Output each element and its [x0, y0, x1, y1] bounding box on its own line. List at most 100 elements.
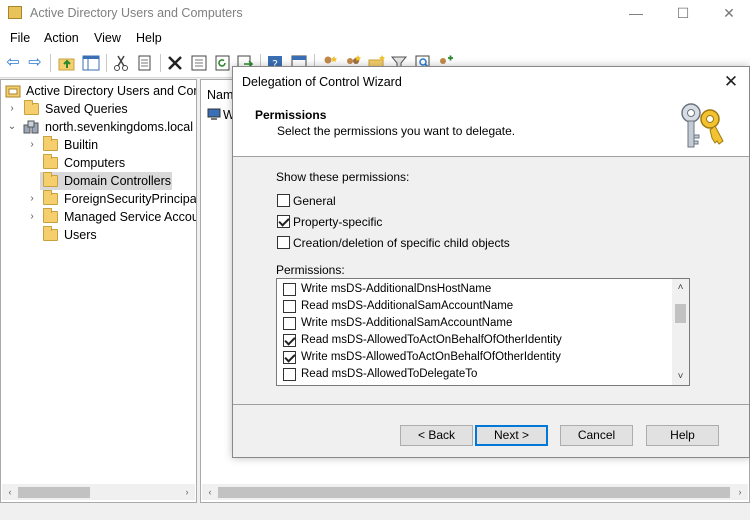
permission-checkbox[interactable]: [283, 283, 296, 296]
general-checkbox-label[interactable]: General: [293, 194, 336, 208]
child-objects-checkbox[interactable]: [277, 236, 290, 249]
scrollbar-thumb[interactable]: [218, 487, 730, 498]
computer-icon: [207, 108, 221, 122]
tree-item-foreign-security-principals[interactable]: › ForeignSecurityPrincipals: [1, 190, 197, 208]
menu-action[interactable]: Action: [44, 31, 79, 45]
scrollbar-thumb[interactable]: [18, 487, 90, 498]
cut-icon[interactable]: [112, 54, 130, 72]
delete-icon[interactable]: [166, 54, 184, 72]
snap-in-icon: [5, 85, 21, 98]
help-button[interactable]: Help: [646, 425, 719, 446]
next-button[interactable]: Next >: [475, 425, 548, 446]
minimize-button[interactable]: —: [616, 2, 656, 24]
permission-label: Write msDS-AdditionalSamAccountName: [301, 317, 513, 329]
folder-icon: [24, 100, 39, 115]
permission-checkbox[interactable]: [283, 351, 296, 364]
tree-item-domain[interactable]: ⌄ north.sevenkingdoms.local: [1, 118, 196, 136]
menu-help[interactable]: Help: [136, 31, 162, 45]
back-button[interactable]: < Back: [400, 425, 473, 446]
permission-checkbox[interactable]: [283, 368, 296, 381]
up-folder-icon[interactable]: [58, 54, 76, 72]
folder-icon: [43, 226, 58, 241]
scroll-up-icon[interactable]: ˄: [672, 279, 689, 296]
back-arrow-icon[interactable]: ⇦: [4, 54, 22, 72]
permission-checkbox[interactable]: [283, 317, 296, 330]
permission-label: Read msDS-AdditionalSamAccountName: [301, 300, 514, 312]
close-window-button[interactable]: ✕: [709, 2, 749, 24]
tree-item-label: Computers: [64, 156, 126, 170]
permission-label: Read msDS-AllowedToActOnBehalfOfOtherIde…: [301, 334, 562, 346]
dialog-close-button[interactable]: ✕: [719, 71, 743, 93]
permissions-vertical-scrollbar[interactable]: ˄ ˅: [672, 279, 689, 385]
permissions-list[interactable]: Write msDS-AdditionalDnsHostName Read ms…: [276, 278, 690, 386]
tree-item-managed-service-accounts[interactable]: › Managed Service Accour: [1, 208, 197, 226]
cancel-button[interactable]: Cancel: [560, 425, 633, 446]
tree-horizontal-scrollbar[interactable]: ‹ ›: [2, 484, 195, 500]
property-specific-checkbox[interactable]: [277, 215, 290, 228]
permission-row[interactable]: Write msDS-AdditionalDnsHostName: [277, 281, 673, 298]
maximize-button[interactable]: ☐: [663, 2, 703, 24]
forward-arrow-icon[interactable]: ⇨: [26, 54, 44, 72]
permission-row[interactable]: Write msDS-AdditionalSamAccountName: [277, 315, 673, 332]
tree-item-label: Builtin: [64, 138, 99, 152]
dialog-title-bar: Delegation of Control Wizard ✕: [233, 67, 749, 97]
tree-item-saved-queries[interactable]: › Saved Queries: [1, 100, 196, 118]
tree-item-label: ForeignSecurityPrincipals: [64, 192, 197, 206]
copy-icon[interactable]: [136, 54, 154, 72]
scroll-down-icon[interactable]: ˅: [672, 368, 689, 385]
tree-item-domain-controllers[interactable]: Domain Controllers: [1, 172, 196, 190]
permission-checkbox[interactable]: [283, 334, 296, 347]
expand-chevron-icon[interactable]: ›: [6, 100, 18, 118]
wizard-page-description: Select the permissions you want to deleg…: [277, 124, 516, 138]
tree-item-label: Managed Service Accour: [64, 210, 197, 224]
folder-icon: [43, 172, 58, 187]
console-tree-pane[interactable]: Active Directory Users and Com › Saved Q…: [0, 79, 197, 503]
scroll-left-icon[interactable]: ‹: [202, 484, 218, 500]
wizard-page-heading: Permissions: [255, 108, 327, 122]
permission-label: Write msDS-AdditionalDnsHostName: [301, 283, 492, 295]
show-tree-icon[interactable]: [82, 54, 100, 72]
menu-file[interactable]: File: [10, 31, 30, 45]
properties-icon[interactable]: [190, 54, 208, 72]
permissions-label: Permissions:: [276, 263, 345, 277]
name-column-header[interactable]: Nam: [207, 88, 233, 102]
expand-chevron-icon[interactable]: ›: [26, 136, 38, 154]
general-checkbox[interactable]: [277, 194, 290, 207]
scroll-right-icon[interactable]: ›: [732, 484, 748, 500]
delegation-wizard-dialog: Delegation of Control Wizard ✕ Permissio…: [232, 66, 750, 458]
permission-row[interactable]: Write msDS-AllowedToActOnBehalfOfOtherId…: [277, 349, 673, 366]
expand-chevron-icon[interactable]: ›: [26, 190, 38, 208]
refresh-icon[interactable]: [214, 54, 232, 72]
collapse-chevron-icon[interactable]: ⌄: [6, 118, 18, 136]
permission-row[interactable]: Read msDS-AdditionalSamAccountName: [277, 298, 673, 315]
toolbar-separator: [106, 54, 107, 72]
property-specific-checkbox-label[interactable]: Property-specific: [293, 215, 382, 229]
tree-item-label: Domain Controllers: [64, 174, 171, 188]
tree-item-builtin[interactable]: › Builtin: [1, 136, 196, 154]
permission-row[interactable]: Read msDS-AllowedToActOnBehalfOfOtherIde…: [277, 332, 673, 349]
permission-row[interactable]: Read msDS-AllowedToDelegateTo: [277, 366, 673, 383]
tree-item-computers[interactable]: Computers: [1, 154, 196, 172]
tree-item-label: Users: [64, 228, 97, 242]
menu-view[interactable]: View: [94, 31, 121, 45]
scroll-right-icon[interactable]: ›: [179, 484, 195, 500]
scroll-left-icon[interactable]: ‹: [2, 484, 18, 500]
ad-users-app-icon: [8, 6, 22, 19]
child-objects-checkbox-label[interactable]: Creation/deletion of specific child obje…: [293, 236, 510, 250]
permission-label: Write msDS-AllowedToActOnBehalfOfOtherId…: [301, 351, 561, 363]
folder-icon: [43, 154, 58, 169]
app-window: Active Directory Users and Computers — ☐…: [0, 0, 750, 520]
scrollbar-thumb[interactable]: [675, 304, 686, 323]
folder-icon: [43, 136, 58, 151]
expand-chevron-icon[interactable]: ›: [26, 208, 38, 226]
tree-item-users[interactable]: Users: [1, 226, 196, 244]
permission-checkbox[interactable]: [283, 300, 296, 313]
tree-root[interactable]: Active Directory Users and Com: [5, 82, 196, 100]
title-bar: Active Directory Users and Computers — ☐…: [0, 0, 750, 27]
permission-label: Read msDS-AllowedToDelegateTo: [301, 368, 478, 380]
tree-item-label: north.sevenkingdoms.local: [45, 120, 193, 134]
details-horizontal-scrollbar[interactable]: ‹ ›: [202, 484, 748, 500]
window-title: Active Directory Users and Computers: [30, 6, 243, 20]
toolbar-separator: [50, 54, 51, 72]
show-permissions-label: Show these permissions:: [276, 170, 410, 184]
